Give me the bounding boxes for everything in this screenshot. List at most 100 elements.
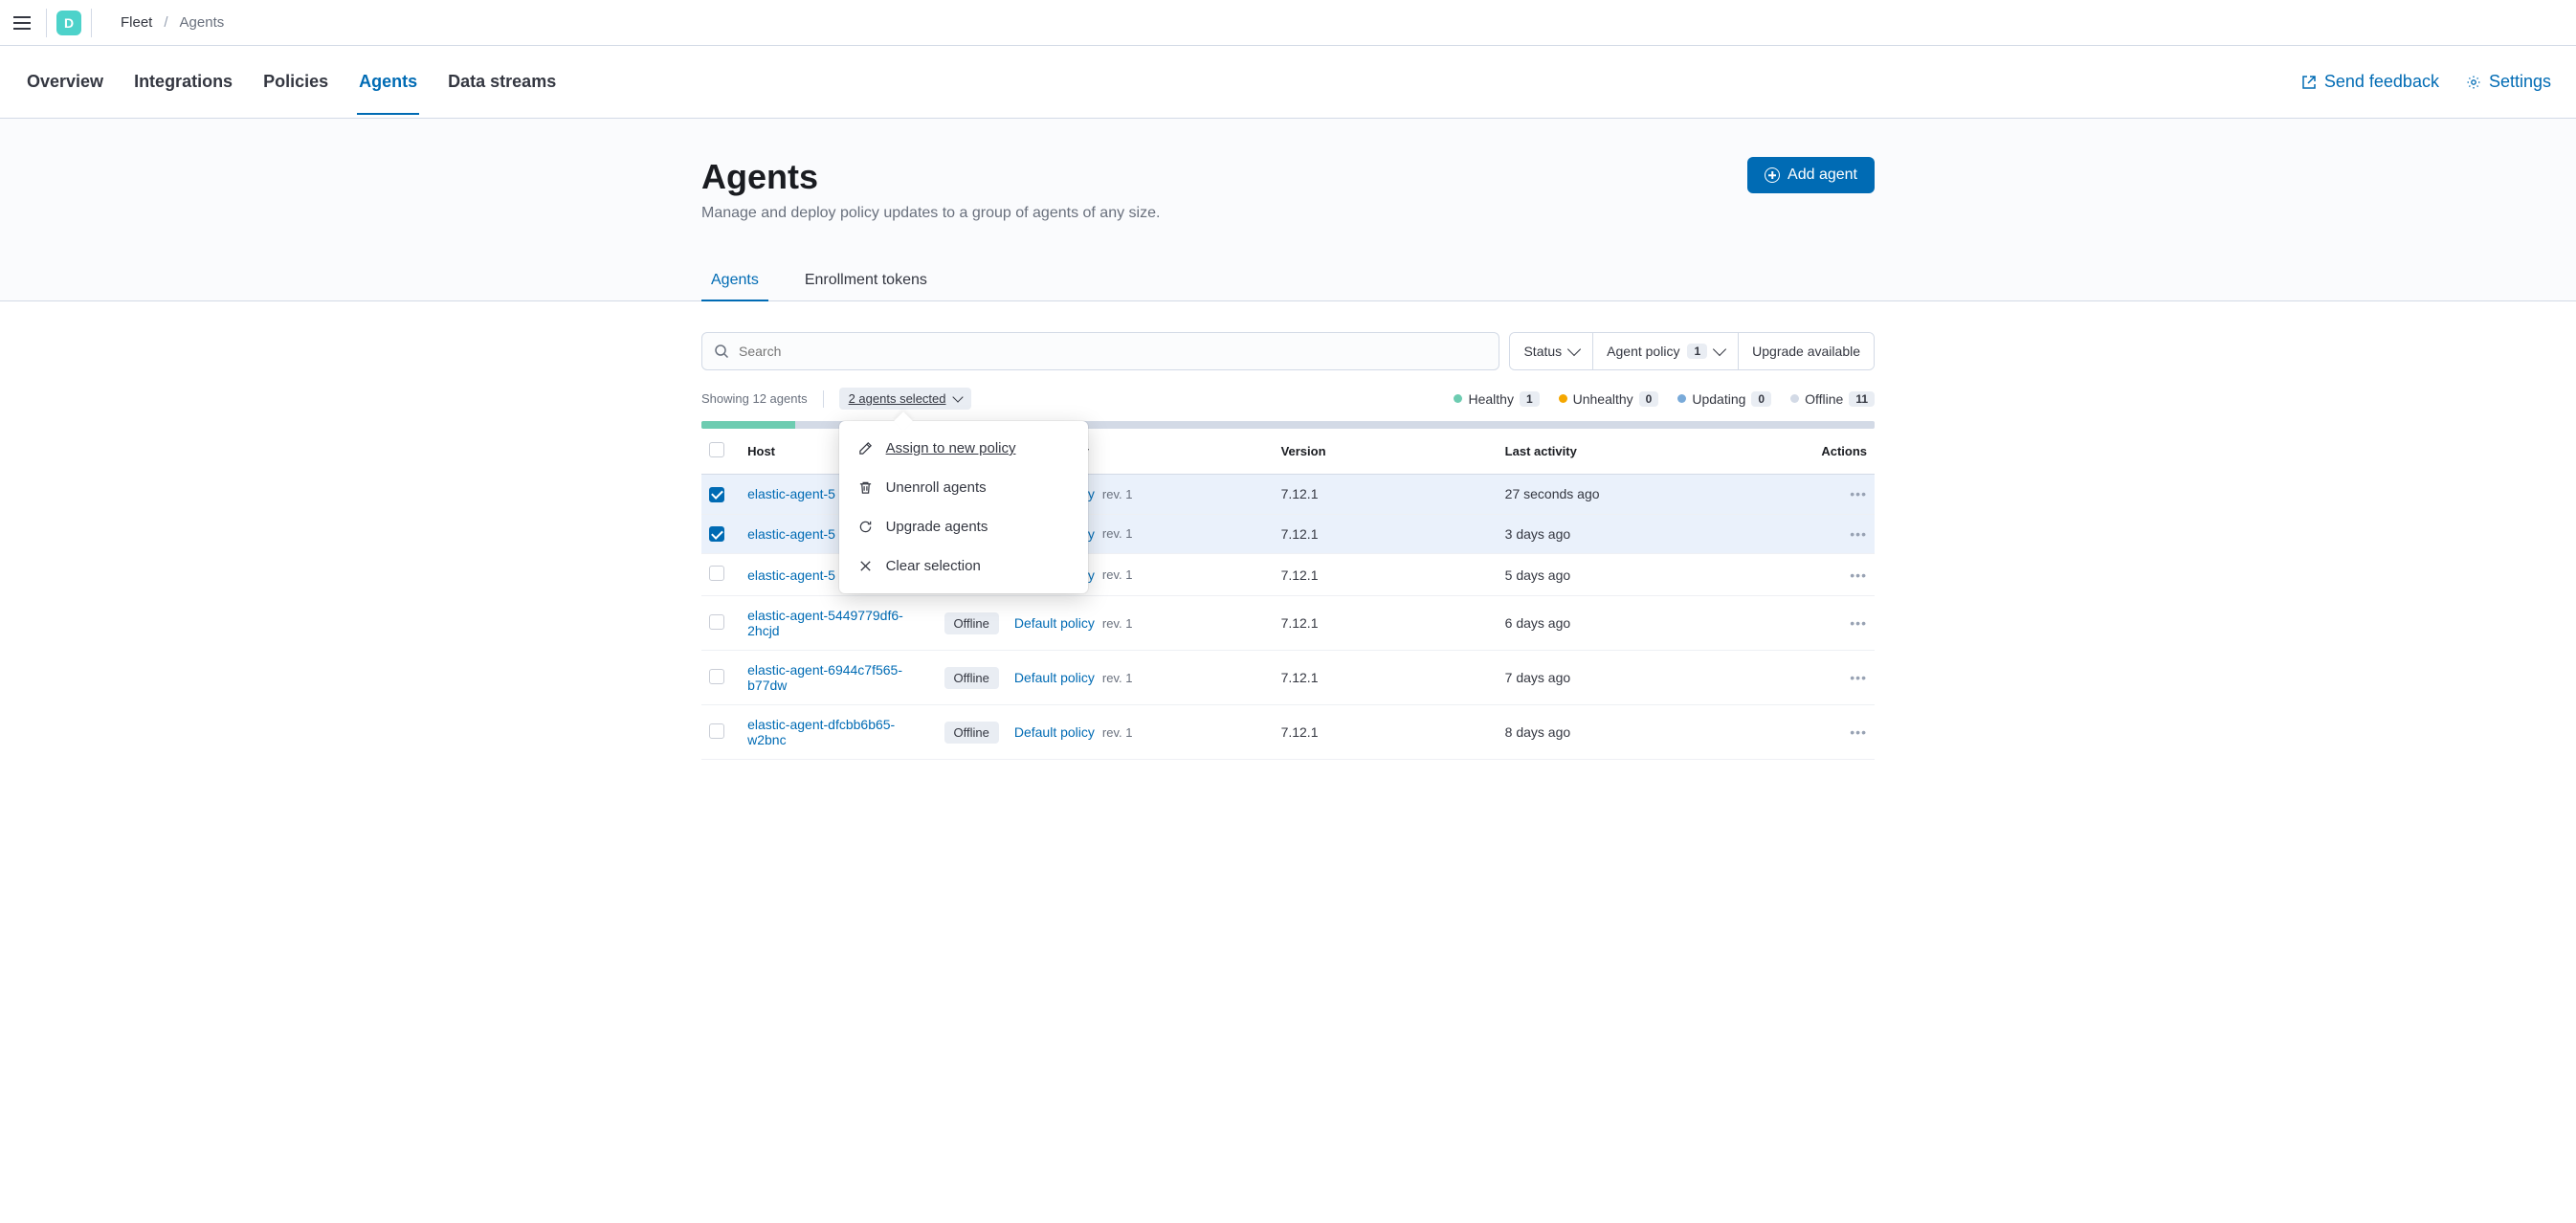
host-link[interactable]: elastic-agent-5 [747, 567, 835, 583]
divider [46, 9, 47, 37]
last-activity-cell: 5 days ago [1498, 554, 1807, 596]
popover-assign-policy[interactable]: Assign to new policy [839, 429, 1088, 468]
table-row: elastic-agent-dfcbb6b65-w2bnc Offline Defa… [701, 705, 1875, 760]
page-title: Agents [701, 157, 1160, 197]
status-badge: Offline [944, 667, 999, 689]
status-badge: Offline [944, 722, 999, 744]
showing-row: Showing 12 agents 2 agents selected Heal… [701, 388, 1875, 410]
search-field[interactable] [701, 332, 1499, 370]
col-header-actions: Actions [1807, 429, 1875, 475]
nav-tab-integrations[interactable]: Integrations [132, 49, 234, 115]
host-link[interactable]: elastic-agent-5449779df6-2hcjd [747, 608, 930, 638]
last-activity-cell: 27 seconds ago [1498, 475, 1807, 515]
breadcrumb: Fleet / Agents [121, 14, 224, 31]
row-actions-button[interactable]: ••• [1850, 724, 1867, 740]
breadcrumb-root[interactable]: Fleet [121, 14, 152, 31]
version-cell: 7.12.1 [1274, 651, 1498, 705]
breadcrumb-sep: / [164, 14, 167, 31]
selection-dropdown[interactable]: 2 agents selected [839, 388, 971, 410]
host-link[interactable]: elastic-agent-5 [747, 526, 835, 542]
send-feedback-link[interactable]: Send feedback [2301, 72, 2439, 92]
refresh-icon [858, 520, 873, 534]
host-link[interactable]: elastic-agent-5 [747, 486, 835, 501]
popout-icon [2301, 75, 2317, 90]
divider [91, 9, 92, 37]
page-subtitle: Manage and deploy policy updates to a gr… [701, 205, 1160, 222]
last-activity-cell: 6 days ago [1498, 596, 1807, 651]
policy-link[interactable]: Default policy [1014, 724, 1095, 740]
showing-count: Showing 12 agents [701, 391, 808, 406]
last-activity-cell: 3 days ago [1498, 514, 1807, 554]
status-legend: Healthy 1 Unhealthy 0 Updating 0 Offline… [1454, 391, 1875, 407]
nav-tab-agents[interactable]: Agents [357, 49, 419, 115]
search-input[interactable] [739, 344, 1487, 359]
row-checkbox[interactable] [709, 614, 724, 630]
col-header-version[interactable]: Version [1274, 429, 1498, 475]
nav-right: Send feedback Settings [2301, 72, 2551, 92]
policy-revision: rev. 1 [1102, 725, 1133, 740]
filter-agent-policy[interactable]: Agent policy 1 [1592, 333, 1738, 369]
row-checkbox[interactable] [709, 526, 724, 542]
select-all-checkbox[interactable] [709, 442, 724, 457]
top-bar: D Fleet / Agents [0, 0, 2576, 46]
dot-icon [1454, 394, 1462, 403]
row-actions-button[interactable]: ••• [1850, 567, 1867, 583]
close-icon [858, 559, 873, 573]
row-checkbox[interactable] [709, 669, 724, 684]
policy-link[interactable]: Default policy [1014, 615, 1095, 631]
nav-tab-overview[interactable]: Overview [25, 49, 105, 115]
sub-tabs: Agents Enrollment tokens [701, 260, 1875, 300]
row-checkbox[interactable] [709, 487, 724, 502]
host-link[interactable]: elastic-agent-dfcbb6b65-w2bnc [747, 717, 930, 747]
bulk-actions-popover: Assign to new policy Unenroll agents Upg… [839, 421, 1088, 593]
host-link[interactable]: elastic-agent-6944c7f565-b77dw [747, 662, 930, 693]
sub-tab-enrollment-tokens[interactable]: Enrollment tokens [795, 260, 937, 300]
row-checkbox[interactable] [709, 723, 724, 739]
chevron-down-icon [952, 391, 963, 402]
col-header-activity[interactable]: Last activity [1498, 429, 1807, 475]
nav-toggle-button[interactable] [8, 9, 36, 37]
filters-row: Status Agent policy 1 Upgrade available [701, 332, 1875, 370]
dot-icon [1790, 394, 1799, 403]
content: Status Agent policy 1 Upgrade available … [701, 301, 1875, 760]
filter-upgrade-available[interactable]: Upgrade available [1738, 333, 1874, 369]
progress-segment-healthy [701, 421, 795, 429]
main-nav: Overview Integrations Policies Agents Data s… [0, 46, 2576, 119]
nav-tabs: Overview Integrations Policies Agents Data s… [25, 49, 558, 115]
version-cell: 7.12.1 [1274, 475, 1498, 515]
policy-revision: rev. 1 [1102, 671, 1133, 685]
legend-updating: Updating 0 [1677, 391, 1771, 407]
legend-offline: Offline 11 [1790, 391, 1875, 407]
plus-circle-icon [1765, 167, 1780, 183]
nav-tab-policies[interactable]: Policies [261, 49, 330, 115]
legend-unhealthy: Unhealthy 0 [1559, 391, 1659, 407]
table-row: elastic-agent-6944c7f565-b77dw Offline Def… [701, 651, 1875, 705]
popover-upgrade[interactable]: Upgrade agents [839, 507, 1088, 546]
chevron-down-icon [1713, 343, 1726, 356]
sub-tab-agents[interactable]: Agents [701, 260, 768, 300]
policy-link[interactable]: Default policy [1014, 670, 1095, 685]
dot-icon [1677, 394, 1686, 403]
row-actions-button[interactable]: ••• [1850, 615, 1867, 631]
breadcrumb-current: Agents [180, 14, 225, 31]
row-checkbox[interactable] [709, 566, 724, 581]
trash-icon [858, 480, 873, 495]
filter-status[interactable]: Status [1510, 333, 1592, 369]
row-actions-button[interactable]: ••• [1850, 670, 1867, 685]
dot-icon [1559, 394, 1567, 403]
settings-link[interactable]: Settings [2466, 72, 2551, 92]
search-icon [714, 344, 729, 359]
pencil-icon [858, 441, 873, 456]
gear-icon [2466, 75, 2481, 90]
table-row: elastic-agent-5449779df6-2hcjdOfflineDef… [701, 596, 1875, 651]
version-cell: 7.12.1 [1274, 514, 1498, 554]
chevron-down-icon [1567, 343, 1581, 356]
space-selector[interactable]: D [56, 11, 81, 35]
popover-clear-selection[interactable]: Clear selection [839, 546, 1088, 586]
row-actions-button[interactable]: ••• [1850, 526, 1867, 542]
row-actions-button[interactable]: ••• [1850, 486, 1867, 501]
add-agent-button[interactable]: Add agent [1747, 157, 1875, 193]
policy-revision: rev. 1 [1102, 526, 1133, 541]
popover-unenroll[interactable]: Unenroll agents [839, 468, 1088, 507]
nav-tab-data-streams[interactable]: Data streams [446, 49, 558, 115]
